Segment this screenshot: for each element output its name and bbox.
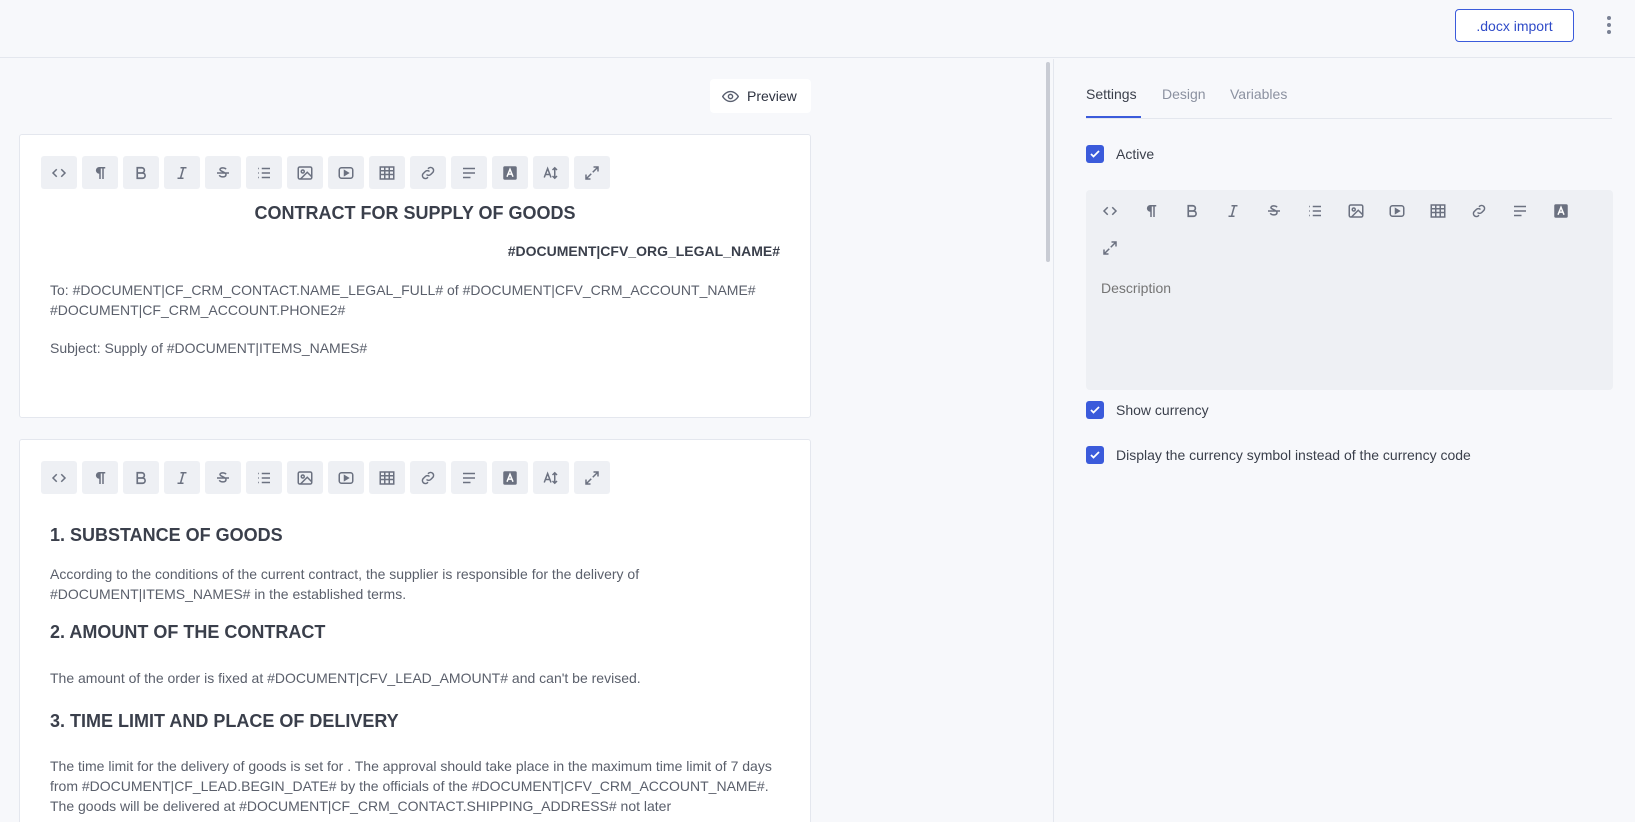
font-size-icon[interactable]	[533, 461, 569, 494]
text-color-icon[interactable]	[492, 156, 528, 189]
eye-icon	[722, 90, 739, 102]
currency-symbol-checkbox[interactable]	[1086, 446, 1104, 464]
body-editor[interactable]: 1. SUBSTANCE OF GOODS According to the c…	[19, 439, 811, 822]
document-editor-pane: Preview CONTRACT FOR SUPPLY OF GOODS #DO…	[0, 59, 1045, 822]
fullscreen-icon[interactable]	[574, 461, 610, 494]
section-heading: 2. AMOUNT OF THE CONTRACT	[50, 622, 326, 642]
section-paragraph: The time limit for the delivery of goods…	[50, 758, 772, 814]
scrollbar[interactable]	[1046, 62, 1050, 262]
show-currency-label: Show currency	[1116, 402, 1209, 418]
text-color-icon[interactable]	[1543, 195, 1579, 227]
settings-panel: Settings Design Variables Active Show cu…	[1054, 59, 1635, 822]
document-title: CONTRACT FOR SUPPLY OF GOODS	[254, 203, 576, 223]
org-legal-name: #DOCUMENT|CFV_ORG_LEGAL_NAME#	[507, 243, 780, 259]
video-icon[interactable]	[1379, 195, 1415, 227]
editor-toolbar	[41, 156, 610, 189]
italic-icon[interactable]	[164, 156, 200, 189]
align-icon[interactable]	[1502, 195, 1538, 227]
description-input[interactable]	[1101, 280, 1596, 296]
italic-icon[interactable]	[1215, 195, 1251, 227]
tab-variables[interactable]: Variables	[1230, 86, 1287, 102]
section-heading: 1. SUBSTANCE OF GOODS	[50, 525, 283, 545]
video-icon[interactable]	[328, 156, 364, 189]
code-icon[interactable]	[41, 156, 77, 189]
section-heading: 3. TIME LIMIT AND PLACE OF DELIVERY	[50, 711, 399, 731]
strikethrough-icon[interactable]	[205, 156, 241, 189]
image-icon[interactable]	[287, 156, 323, 189]
video-icon[interactable]	[328, 461, 364, 494]
link-icon[interactable]	[1461, 195, 1497, 227]
align-icon[interactable]	[451, 156, 487, 189]
header-editor[interactable]: CONTRACT FOR SUPPLY OF GOODS #DOCUMENT|C…	[19, 134, 811, 418]
table-icon[interactable]	[369, 156, 405, 189]
to-line: To: #DOCUMENT|CF_CRM_CONTACT.NAME_LEGAL_…	[50, 282, 756, 318]
code-icon[interactable]	[1092, 195, 1128, 227]
more-options-icon[interactable]	[1600, 12, 1618, 38]
strikethrough-icon[interactable]	[1256, 195, 1292, 227]
active-option: Active	[1086, 145, 1154, 163]
preview-label: Preview	[747, 88, 797, 104]
paragraph-icon[interactable]	[1133, 195, 1169, 227]
italic-icon[interactable]	[164, 461, 200, 494]
tab-design[interactable]: Design	[1162, 86, 1206, 102]
list-icon[interactable]	[246, 156, 282, 189]
editor-toolbar	[41, 461, 610, 494]
currency-symbol-option: Display the currency symbol instead of t…	[1086, 446, 1471, 464]
fullscreen-icon[interactable]	[1092, 232, 1128, 264]
show-currency-option: Show currency	[1086, 401, 1209, 419]
fullscreen-icon[interactable]	[574, 156, 610, 189]
image-icon[interactable]	[287, 461, 323, 494]
show-currency-checkbox[interactable]	[1086, 401, 1104, 419]
list-icon[interactable]	[1297, 195, 1333, 227]
active-checkbox[interactable]	[1086, 145, 1104, 163]
code-icon[interactable]	[41, 461, 77, 494]
link-icon[interactable]	[410, 461, 446, 494]
bold-icon[interactable]	[123, 156, 159, 189]
currency-symbol-label: Display the currency symbol instead of t…	[1116, 447, 1471, 463]
settings-tabs: Settings Design Variables	[1086, 59, 1612, 119]
preview-button[interactable]: Preview	[710, 79, 811, 113]
bold-icon[interactable]	[123, 461, 159, 494]
strikethrough-icon[interactable]	[205, 461, 241, 494]
bold-icon[interactable]	[1174, 195, 1210, 227]
docx-import-button[interactable]: .docx import	[1455, 9, 1574, 42]
paragraph-icon[interactable]	[82, 156, 118, 189]
subject-line: Subject: Supply of #DOCUMENT|ITEMS_NAMES…	[50, 340, 368, 356]
table-icon[interactable]	[369, 461, 405, 494]
active-tab-indicator	[1086, 116, 1141, 118]
section-paragraph: According to the conditions of the curre…	[50, 566, 640, 602]
align-icon[interactable]	[451, 461, 487, 494]
table-icon[interactable]	[1420, 195, 1456, 227]
active-label: Active	[1116, 146, 1155, 162]
section-paragraph: The amount of the order is fixed at #DOC…	[50, 670, 641, 686]
link-icon[interactable]	[410, 156, 446, 189]
image-icon[interactable]	[1338, 195, 1374, 227]
font-size-icon[interactable]	[533, 156, 569, 189]
paragraph-icon[interactable]	[82, 461, 118, 494]
description-toolbar	[1092, 195, 1607, 264]
tab-settings[interactable]: Settings	[1086, 86, 1137, 102]
list-icon[interactable]	[246, 461, 282, 494]
text-color-icon[interactable]	[492, 461, 528, 494]
top-bar: .docx import	[0, 0, 1635, 58]
description-editor[interactable]	[1086, 190, 1613, 390]
